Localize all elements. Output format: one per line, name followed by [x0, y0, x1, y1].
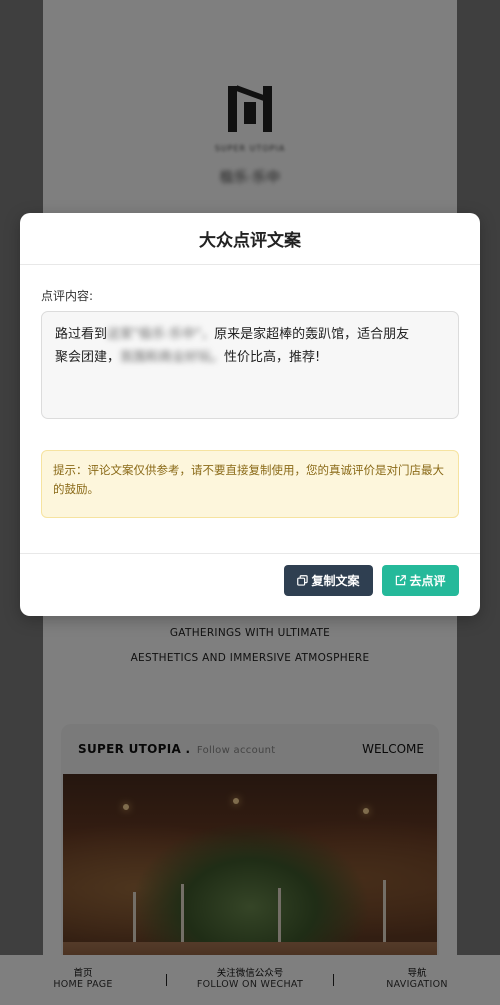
external-link-icon — [396, 575, 407, 586]
copy-text-button[interactable]: 复制文案 — [284, 565, 373, 596]
review-text-part: 路过看到 — [55, 327, 108, 342]
review-textarea[interactable]: 路过看到这家"极乐·乐中"，原来是家超棒的轰趴馆，适合朋友聚会团建，氛围和商业好… — [41, 311, 459, 419]
review-text-blurred: 这家"极乐·乐中"， — [107, 327, 215, 342]
review-text-part: 聚会团建， — [55, 350, 121, 365]
review-text-part: 性价比高，推荐! — [224, 350, 321, 365]
tip-notice: 提示：评论文案仅供参考，请不要直接复制使用，您的真诚评价是对门店最大的鼓励。 — [41, 450, 459, 518]
copy-icon — [297, 575, 309, 586]
review-text-part: 原来是家超棒的轰趴馆，适合朋友 — [214, 327, 410, 342]
dialog-title: 大众点评文案 — [199, 231, 301, 251]
review-label: 点评内容: — [41, 289, 94, 303]
dialog-footer: 复制文案 去点评 — [20, 553, 480, 616]
copy-text-label: 复制文案 — [311, 574, 360, 588]
go-review-label: 去点评 — [409, 574, 446, 588]
review-text-blurred: 氛围和商业好玩。 — [120, 350, 225, 365]
review-copy-dialog: 大众点评文案 点评内容: 路过看到这家"极乐·乐中"，原来是家超棒的轰趴馆，适合… — [20, 213, 480, 616]
dialog-header: 大众点评文案 — [20, 213, 480, 265]
dialog-body: 点评内容: 路过看到这家"极乐·乐中"，原来是家超棒的轰趴馆，适合朋友聚会团建，… — [20, 287, 480, 518]
go-review-button[interactable]: 去点评 — [382, 565, 459, 596]
